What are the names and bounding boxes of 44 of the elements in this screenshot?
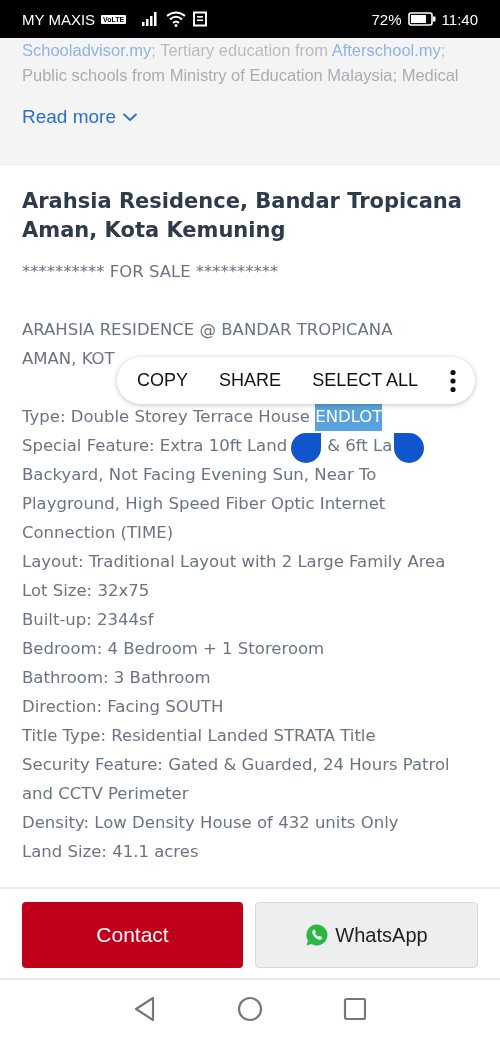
- description-text: Density: Low Density House of 432 units Only: [22, 812, 399, 834]
- description-text: Built-up: 2344sf: [22, 609, 154, 631]
- contact-button[interactable]: Contact: [22, 902, 243, 968]
- battery-percent: 72%: [371, 10, 402, 28]
- description-text: Bathroom: 3 Bathroom: [22, 667, 211, 689]
- description-text: Bedroom: 4 Bedroom + 1 Storeroom: [22, 638, 325, 660]
- listing-title: Arahsia Residence, Bandar Tropicana Aman, Kota Kemuning: [22, 188, 463, 244]
- chevron-down-icon: [122, 112, 138, 122]
- description-line: Schooladvisor.my; Tertiary education from Afterschool.my;: [22, 40, 447, 61]
- description-text: Connection (TIME): [22, 522, 174, 544]
- more-options-icon[interactable]: [449, 368, 457, 393]
- description-text: Title Type: Residential Landed STRATA Title: [22, 725, 376, 747]
- battery-icon: [407, 12, 436, 26]
- selection-handle[interactable]: [394, 432, 425, 463]
- selected-text: ENDLOT: [315, 402, 383, 431]
- description-text: Layout: Traditional Layout with 2 Large Family Area: [22, 551, 446, 573]
- chat-bubble-phone-icon: [305, 923, 330, 947]
- home-icon[interactable]: [237, 995, 263, 1022]
- carrier-name: MY MAXIS: [22, 10, 96, 28]
- description-text: & 6ft La: [327, 435, 393, 457]
- menu-item[interactable]: COPY: [137, 370, 188, 391]
- clock: 11:40: [441, 10, 478, 28]
- description-text: Playground, High Speed Fiber Optic Internet: [22, 493, 386, 515]
- description-text: and CCTV Perimeter: [22, 783, 189, 805]
- recent-apps-icon[interactable]: [343, 996, 367, 1021]
- back-icon[interactable]: [133, 995, 157, 1022]
- description-text: Special Feature: Extra 10ft Land: [22, 435, 288, 457]
- news-icon: [192, 11, 209, 27]
- description-line: Public schools from Ministry of Education Malaysia; Medical: [22, 65, 460, 86]
- read-more-link[interactable]: Read more: [22, 106, 138, 128]
- wifi-icon: [166, 11, 187, 27]
- selection-handle[interactable]: [291, 432, 322, 463]
- description-text: Direction: Facing SOUTH: [22, 696, 224, 718]
- description-text: ARAHSIA RESIDENCE @ BANDAR TROPICANA: [22, 319, 393, 341]
- description-text: Lot Size: 32x75: [22, 580, 150, 602]
- menu-item[interactable]: SELECT ALL: [312, 370, 418, 391]
- description-text: Security Feature: Gated & Guarded, 24 Hours Patrol: [22, 754, 450, 776]
- description-text: ********** FOR SALE **********: [22, 261, 279, 283]
- menu-item[interactable]: SHARE: [219, 370, 282, 391]
- description-text: Land Size: 41.1 acres: [22, 841, 199, 863]
- description-text: Backyard, Not Facing Evening Sun, Near To: [22, 464, 377, 486]
- description-text: AMAN, KOT: [22, 348, 115, 370]
- whatsapp-button[interactable]: WhatsApp: [255, 902, 478, 968]
- description-text: Type: Double Storey Terrace House: [22, 406, 312, 428]
